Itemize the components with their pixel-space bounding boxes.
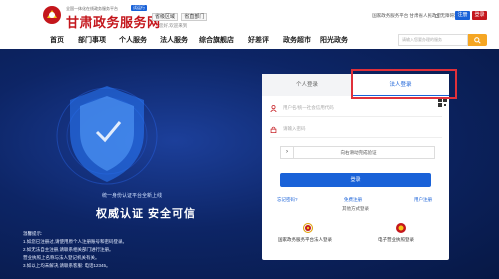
nav-personal[interactable]: 个人服务 xyxy=(119,35,147,45)
password-field[interactable]: 请输入密码 xyxy=(270,122,442,138)
register-button[interactable]: 注册 xyxy=(455,11,470,20)
nav-legal[interactable]: 法人服务 xyxy=(160,35,188,45)
slide-verify[interactable]: 向右滑动完成验证 › xyxy=(280,146,435,159)
accessible-checkbox-icon[interactable] xyxy=(435,13,440,18)
nav-flagship[interactable]: 综合旗舰店 xyxy=(199,35,234,45)
top-header: 全国一体化在线政务服务平台 试运行 甘肃政务服务网 省级区域 省直部门 您好,欢… xyxy=(0,0,499,32)
dept-select[interactable]: 省直部门 xyxy=(181,13,208,21)
submit-login-button[interactable]: 登录 xyxy=(280,173,431,187)
password-placeholder: 请输入密码 xyxy=(283,126,306,131)
notice-line: 1.如您已注册过,请使用原个人注册账号和密码登录。 xyxy=(23,239,128,244)
username-placeholder: 用户名/统一社会信用代码 xyxy=(283,105,334,110)
hero-title: 权威认证 安全可信 xyxy=(96,208,197,220)
shield-icon xyxy=(56,86,158,185)
notice-title: 温馨提示: xyxy=(23,231,43,236)
forgot-password-link[interactable]: 忘记密码? xyxy=(277,197,298,203)
user-icon xyxy=(270,105,277,112)
slider-handle-icon[interactable]: › xyxy=(281,147,294,158)
nav-home[interactable]: 首页 xyxy=(50,35,64,45)
gansu-logo-icon[interactable] xyxy=(42,5,62,25)
search-button[interactable] xyxy=(468,34,487,46)
login-button[interactable]: 登录 xyxy=(472,11,487,20)
region-select[interactable]: 省级区域 xyxy=(152,13,179,21)
tab-personal-login[interactable]: 个人登录 xyxy=(262,74,352,96)
site-title[interactable]: 甘肃政务服务网 xyxy=(66,12,161,31)
notice-line: 2.如无法自主注册,请联系相关部门进行注册。 xyxy=(23,247,114,252)
notice-block: 温馨提示: 1.如您已注册过,请使用原个人注册账号和密码登录。 2.如无法自主注… xyxy=(23,230,127,270)
nav-sunshine[interactable]: 阳光政务 xyxy=(320,35,348,45)
trial-badge: 试运行 xyxy=(131,5,147,11)
other-login-label: 其他方式登录 xyxy=(342,206,369,211)
top-links[interactable]: 国家政务服务平台 甘肃省人民政府 xyxy=(372,13,441,19)
search-icon xyxy=(474,37,481,44)
region-selectors: 省级区域 省直部门 xyxy=(152,13,209,21)
verify-text: 向右滑动完成验证 xyxy=(340,150,377,155)
business-license-icon[interactable] xyxy=(396,223,406,233)
alt-login-license[interactable]: 电子营业执照登录 xyxy=(378,237,414,243)
lock-icon xyxy=(270,126,277,133)
national-emblem-icon[interactable] xyxy=(303,223,313,233)
notice-line: 3.如以上均未解决,请联系客服: 电话12345。 xyxy=(23,263,111,268)
welcome-text: 您好,欢迎来到 xyxy=(159,23,188,28)
nav-market[interactable]: 政务超市 xyxy=(283,35,311,45)
user-register-link[interactable]: 用户注册 xyxy=(414,197,432,203)
notice-line: 营业执照上名称与法人登记机关有关。 xyxy=(23,255,100,260)
alt-login-national[interactable]: 国家政务服务平台法人登录 xyxy=(278,237,332,243)
login-panel: 个人登录 法人登录 用户名/统一社会信用代码 请输入密码 xyxy=(262,74,449,260)
nav-review[interactable]: 好差评 xyxy=(248,35,269,45)
search-input[interactable]: 请输入您要办理的服务 xyxy=(398,34,468,46)
hero-subtitle: 统一身份认证平台全新上线 xyxy=(102,193,163,199)
free-register-link[interactable]: 免费注册 xyxy=(344,197,362,203)
nav-dept-items[interactable]: 部门事项 xyxy=(78,35,106,45)
tab-legal-login[interactable]: 法人登录 xyxy=(352,74,449,96)
username-field[interactable]: 用户名/统一社会信用代码 xyxy=(270,101,442,117)
main-nav: 首页 部门事项 个人服务 法人服务 综合旗舰店 好差评 政务超市 阳光政务 请输… xyxy=(0,32,499,49)
